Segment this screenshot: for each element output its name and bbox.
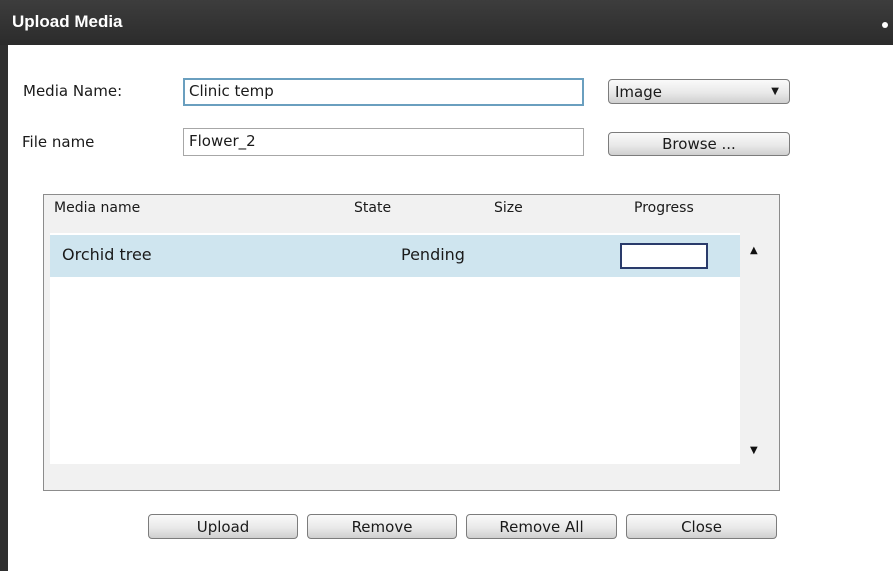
remove-button[interactable]: Remove	[307, 514, 457, 539]
media-name-input[interactable]: Clinic temp	[183, 78, 584, 106]
media-name-label: Media Name:	[23, 82, 123, 100]
chevron-down-icon: ▼	[771, 86, 779, 97]
media-type-value: Image	[615, 82, 662, 101]
file-name-input[interactable]: Flower_2	[183, 128, 584, 156]
row-media-name: Orchid tree	[62, 245, 152, 264]
column-header-state[interactable]: State	[354, 200, 391, 216]
column-header-size[interactable]: Size	[494, 200, 523, 216]
scroll-down-arrow-icon[interactable]: ▼	[750, 445, 758, 456]
column-header-progress[interactable]: Progress	[634, 200, 694, 216]
column-header-media-name[interactable]: Media name	[54, 200, 140, 216]
window-titlebar: Upload Media	[0, 0, 893, 45]
list-header: Media name State Size Progress	[44, 195, 779, 222]
upload-queue-list: Media name State Size Progress Orchid tr…	[43, 194, 780, 491]
file-name-label: File name	[22, 133, 95, 151]
media-name-value: Clinic temp	[189, 82, 274, 100]
row-progress-bar	[620, 243, 708, 269]
media-type-select[interactable]: Image ▼	[608, 79, 790, 104]
window-menu-dot-icon[interactable]	[882, 22, 888, 28]
window-frame-left	[0, 0, 8, 571]
remove-all-button[interactable]: Remove All	[466, 514, 617, 539]
close-button[interactable]: Close	[626, 514, 777, 539]
table-row[interactable]: Orchid tree Pending	[50, 235, 740, 277]
browse-button[interactable]: Browse ...	[608, 132, 790, 156]
scroll-up-arrow-icon[interactable]: ▲	[750, 245, 758, 256]
window-title: Upload Media	[12, 12, 123, 31]
file-name-value: Flower_2	[189, 132, 256, 150]
row-state: Pending	[401, 245, 465, 264]
upload-media-dialog: Media Name: Clinic temp Image ▼ File nam…	[8, 45, 893, 571]
list-body: Orchid tree Pending	[50, 233, 740, 464]
upload-button[interactable]: Upload	[148, 514, 298, 539]
